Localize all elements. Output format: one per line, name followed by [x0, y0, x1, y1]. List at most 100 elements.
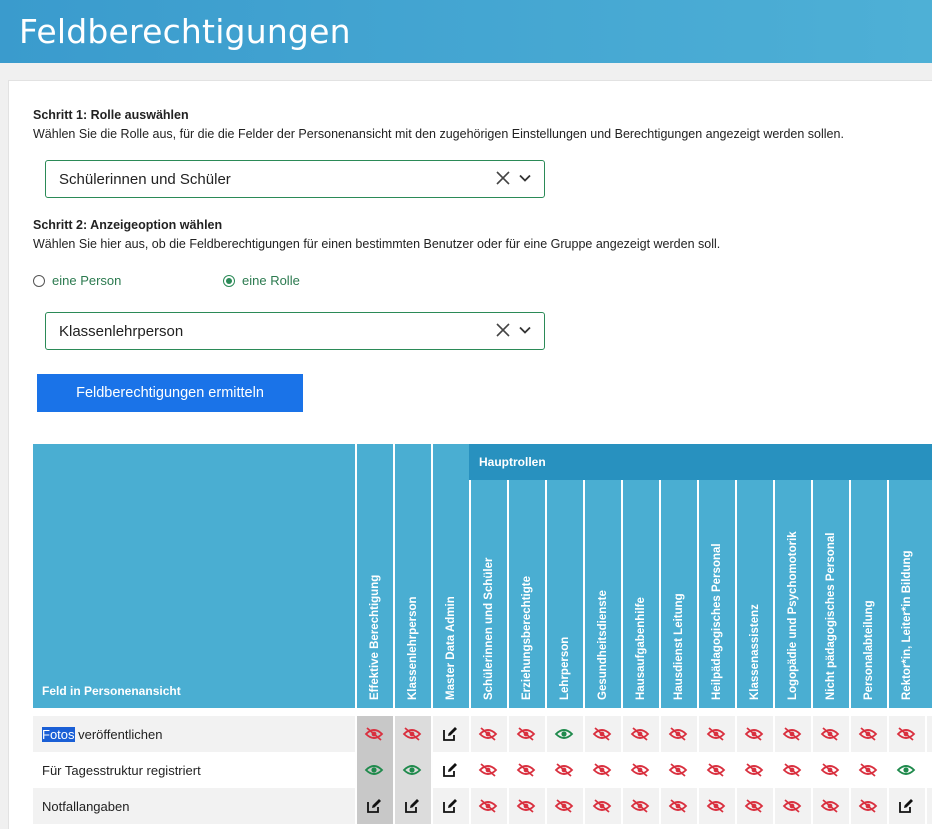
step2-title: Schritt 2: Anzeigeoption wählen	[33, 218, 223, 232]
role-select-value: Schülerinnen und Schüler	[59, 171, 231, 188]
eye-off-icon	[782, 727, 802, 741]
eye-off-icon	[858, 763, 878, 777]
eye-off-icon	[554, 763, 574, 777]
column-header: Master Data Admin	[431, 480, 469, 708]
eye-off-icon	[782, 799, 802, 813]
eye-off-icon	[402, 727, 422, 741]
column-header-label: Schülerinnen und Schüler	[483, 557, 495, 701]
permission-cell	[583, 788, 621, 824]
column-header: Rektor*in, Leiter*in Bildung	[887, 480, 925, 708]
column-header-label: Rektor*in, Leiter*in Bildung	[901, 550, 913, 700]
column-divider	[887, 708, 889, 828]
table-row: Für Tagesstruktur registriert	[33, 752, 932, 788]
row-label-text: Für Tagesstruktur registriert	[42, 763, 201, 778]
radio-person-circle[interactable]	[33, 274, 45, 287]
eye-off-icon	[820, 799, 840, 813]
permission-cell	[849, 752, 887, 788]
column-header: Personalabteilung	[849, 480, 887, 708]
permission-cell	[659, 788, 697, 824]
column-divider	[393, 708, 395, 828]
page-title: Feldberechtigungen	[19, 12, 351, 51]
role-select[interactable]: Schülerinnen und Schüler	[45, 160, 545, 198]
permission-cell	[849, 788, 887, 824]
column-divider	[431, 708, 433, 828]
permission-cell	[393, 752, 431, 788]
eye-off-icon	[896, 727, 916, 741]
highlighted-text: Fotos	[42, 727, 75, 742]
column-header: Klassenassistenz	[735, 480, 773, 708]
permission-cell	[735, 788, 773, 824]
table-row: Notfallangaben	[33, 788, 932, 824]
permission-cell	[507, 752, 545, 788]
permission-cell	[697, 788, 735, 824]
column-divider	[355, 708, 357, 828]
eye-off-icon	[858, 727, 878, 741]
edit-icon	[366, 798, 382, 814]
chevron-down-icon[interactable]	[518, 171, 532, 185]
column-divider	[925, 708, 927, 828]
column-header: Gesundheitsdienste	[583, 480, 621, 708]
column-divider	[469, 708, 471, 828]
eye-off-icon	[516, 763, 536, 777]
column-top-spacer	[393, 444, 431, 480]
eye-off-icon	[820, 727, 840, 741]
permission-cell	[431, 788, 469, 824]
permission-cell	[583, 752, 621, 788]
eye-off-icon	[744, 727, 764, 741]
eye-off-icon	[478, 799, 498, 813]
role-option-select[interactable]: Klassenlehrperson	[45, 312, 545, 350]
eye-off-icon	[592, 799, 612, 813]
column-header-label: Effektive Berechtigung	[369, 574, 381, 700]
group-header-main-roles: Hauptrollen	[469, 444, 932, 480]
column-divider	[621, 708, 623, 828]
column-header-label: Lehrperson	[559, 636, 571, 700]
close-icon[interactable]	[494, 321, 512, 339]
column-header-label: Master Data Admin	[445, 596, 457, 700]
permission-cell	[431, 752, 469, 788]
permission-cell	[811, 752, 849, 788]
close-icon[interactable]	[494, 169, 512, 187]
eye-off-icon	[668, 727, 688, 741]
edit-icon	[442, 798, 458, 814]
permission-cell	[887, 752, 925, 788]
eye-off-icon	[630, 799, 650, 813]
eye-icon	[364, 763, 384, 777]
permission-cell	[431, 716, 469, 752]
table-corner-header: Feld in Personenansicht	[33, 444, 355, 708]
permission-cell	[355, 716, 393, 752]
column-header-label: Klassenassistenz	[749, 604, 761, 700]
chevron-down-icon[interactable]	[518, 323, 532, 337]
permission-cell	[773, 716, 811, 752]
column-divider	[507, 708, 509, 828]
eye-off-icon	[516, 799, 536, 813]
column-header-label: Logopädie und Psychomotorik	[787, 531, 799, 700]
column-divider	[811, 708, 813, 828]
permission-cell	[887, 716, 925, 752]
step2-description: Wählen Sie hier aus, ob die Feldberechti…	[33, 237, 721, 251]
column-header-label: Erziehungsberechtigte	[521, 576, 533, 700]
eye-off-icon	[478, 763, 498, 777]
permission-cell	[887, 788, 925, 824]
eye-off-icon	[478, 727, 498, 741]
role-option-select-value: Klassenlehrperson	[59, 323, 184, 340]
eye-off-icon	[706, 727, 726, 741]
permission-cell	[773, 752, 811, 788]
permission-cell	[545, 752, 583, 788]
permission-cell	[393, 716, 431, 752]
eye-off-icon	[668, 799, 688, 813]
eye-off-icon	[630, 727, 650, 741]
eye-off-icon	[744, 763, 764, 777]
column-header: Lehrperson	[545, 480, 583, 708]
eye-off-icon	[592, 763, 612, 777]
permission-cell	[507, 788, 545, 824]
radio-role-circle[interactable]	[223, 274, 235, 287]
eye-off-icon	[364, 727, 384, 741]
permission-cell	[697, 752, 735, 788]
radio-role[interactable]: eine Rolle	[223, 273, 300, 288]
eye-off-icon	[706, 799, 726, 813]
row-label-text: veröffentlichen	[74, 727, 163, 742]
permission-cell	[545, 716, 583, 752]
determine-permissions-button[interactable]: Feldberechtigungen ermitteln	[37, 374, 303, 412]
column-divider	[697, 708, 699, 828]
radio-person[interactable]: eine Person	[33, 273, 121, 288]
